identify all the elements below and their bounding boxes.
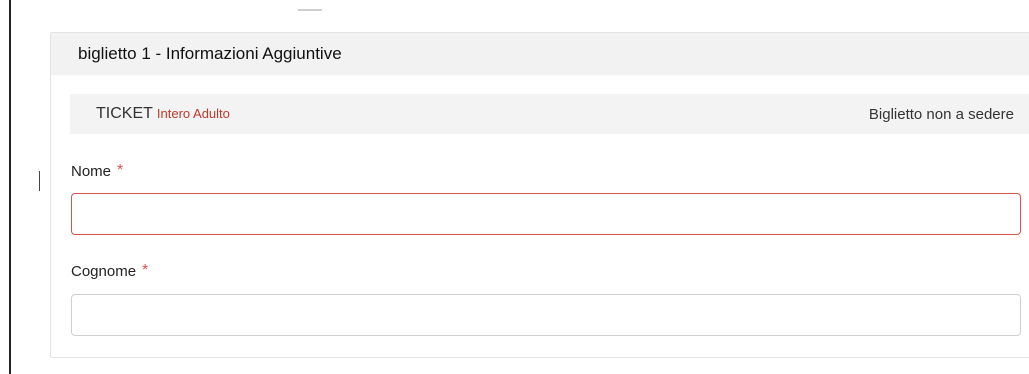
ticket-seat-info: Biglietto non a sedere <box>868 105 1014 123</box>
additional-info-panel: biglietto 1 - Informazioni Aggiuntive TI… <box>50 32 1029 358</box>
cognome-required-mark: * <box>142 262 149 279</box>
nome-label-text: Nome <box>71 162 112 180</box>
panel-title: biglietto 1 - Informazioni Aggiuntive <box>78 44 342 63</box>
ticket-info-row: TICKET Intero Adulto Biglietto non a sed… <box>70 94 1029 134</box>
page-left-border <box>9 0 11 374</box>
top-divider <box>298 9 322 11</box>
text-caret <box>39 171 40 191</box>
panel-header: biglietto 1 - Informazioni Aggiuntive <box>51 33 1029 75</box>
ticket-type-group: TICKET Intero Adulto <box>96 105 230 123</box>
ticket-description: Intero Adulto <box>156 106 230 121</box>
cognome-label-text: Cognome <box>71 262 137 280</box>
nome-required-mark: * <box>117 162 124 179</box>
ticket-type: TICKET <box>96 105 153 122</box>
cognome-label: Cognome * <box>71 262 148 280</box>
nome-input[interactable] <box>71 193 1021 235</box>
nome-label: Nome * <box>71 162 123 180</box>
cognome-input[interactable] <box>71 294 1021 336</box>
